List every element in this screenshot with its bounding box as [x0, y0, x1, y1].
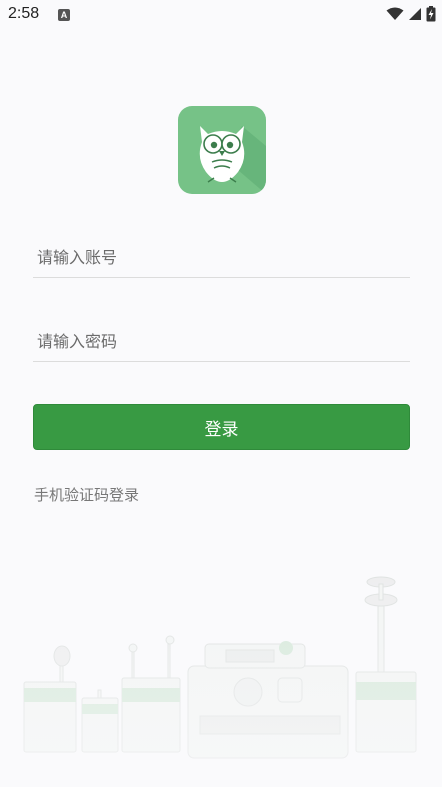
- login-button[interactable]: 登录: [33, 404, 410, 450]
- password-field: [33, 315, 410, 362]
- account-input[interactable]: [33, 237, 410, 277]
- signal-icon: [409, 8, 421, 20]
- sms-login-link[interactable]: 手机验证码登录: [34, 484, 139, 505]
- owl-logo-icon: [199, 126, 266, 194]
- password-input[interactable]: [33, 321, 410, 361]
- status-bar: 2:58 A: [0, 0, 442, 32]
- notification-badge-icon: A: [58, 9, 70, 21]
- battery-charging-icon: [426, 6, 436, 22]
- app-logo: [178, 106, 266, 194]
- monitoring-equipment-illustration: [0, 570, 442, 787]
- status-time: 2:58: [8, 5, 40, 22]
- wifi-icon: [386, 7, 404, 20]
- status-icons: [386, 6, 436, 22]
- account-field: [33, 231, 410, 278]
